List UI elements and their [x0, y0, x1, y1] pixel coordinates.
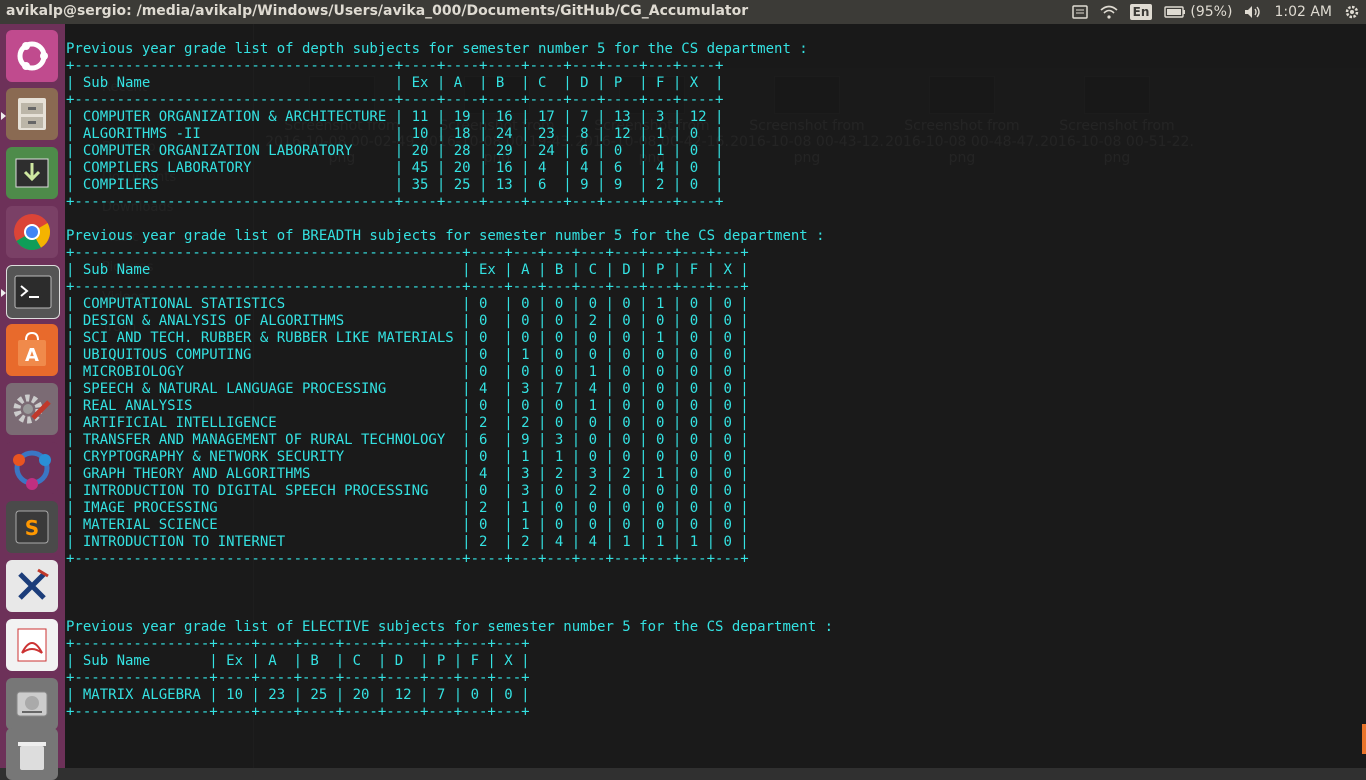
battery-indicator[interactable]: (95%)	[1158, 0, 1238, 24]
table-border: +----------------+----+----+----+----+--…	[66, 704, 530, 720]
table-border: +---------------------------------------…	[66, 245, 749, 261]
language-label: En	[1129, 4, 1153, 20]
elective-table: +----------------+----+----+----+----+--…	[66, 636, 530, 720]
table-row: | COMPILERS | 35 | 25 | 13 | 6 | 9 | 9 |…	[66, 177, 724, 193]
table-border: +--------------------------------------+…	[66, 58, 724, 74]
chrome-icon[interactable]	[6, 206, 58, 258]
xmind-icon[interactable]	[6, 560, 58, 612]
table-row: | INTRODUCTION TO DIGITAL SPEECH PROCESS…	[66, 483, 749, 499]
top-panel: avikalp@sergio: /media/avikalp/Windows/U…	[0, 0, 1366, 24]
table-row: | MICROBIOLOGY | 0 | 0 | 0 | 1 | 0 | 0 |…	[66, 364, 749, 380]
table-border: +--------------------------------------+…	[66, 92, 724, 108]
launcher: A S	[0, 24, 65, 780]
table-border: +----------------+----+----+----+----+--…	[66, 636, 530, 652]
table-row: | ALGORITHMS -II | 10 | 18 | 24 | 23 | 8…	[66, 126, 724, 142]
keyboard-indicator-icon[interactable]	[1066, 0, 1094, 24]
table-row: | MATERIAL SCIENCE | 0 | 1 | 0 | 0 | 0 |…	[66, 517, 749, 533]
trash-icon[interactable]	[6, 728, 58, 780]
drive-icon[interactable]	[6, 678, 58, 730]
table-border: +---------------------------------------…	[66, 551, 749, 567]
table-row: | IMAGE PROCESSING | 2 | 1 | 0 | 0 | 0 |…	[66, 500, 749, 516]
table-row: | COMPUTATIONAL STATISTICS | 0 | 0 | 0 |…	[66, 296, 749, 312]
table-row: | REAL ANALYSIS | 0 | 0 | 0 | 1 | 0 | 0 …	[66, 398, 749, 414]
table-row: | MATRIX ALGEBRA | 10 | 23 | 25 | 20 | 1…	[66, 687, 530, 703]
table-row: | COMPILERS LABORATORY | 45 | 20 | 16 | …	[66, 160, 724, 176]
sublime-icon[interactable]: S	[6, 501, 58, 553]
pdf-icon[interactable]	[6, 619, 58, 671]
table-row: | SPEECH & NATURAL LANGUAGE PROCESSING |…	[66, 381, 749, 397]
installer-icon[interactable]	[6, 147, 58, 199]
table-header-row: | Sub Name | Ex | A | B | C | D | P | F …	[66, 75, 724, 91]
breadth-table: +---------------------------------------…	[66, 245, 749, 567]
power-gear-icon[interactable]	[1338, 0, 1366, 24]
table-header-row: | Sub Name | Ex | A | B | C | D | P | F …	[66, 262, 749, 278]
table-row: | INTRODUCTION TO INTERNET | 2 | 2 | 4 |…	[66, 534, 749, 550]
table-row: | CRYPTOGRAPHY & NETWORK SECURITY | 0 | …	[66, 449, 749, 465]
indicator-area: En (95%) 1:02 AM	[1066, 0, 1366, 24]
table-row: | TRANSFER AND MANAGEMENT OF RURAL TECHN…	[66, 432, 749, 448]
elective-heading: Previous year grade list of ELECTIVE sub…	[66, 619, 834, 635]
svg-text:S: S	[25, 516, 39, 540]
battery-percent: (95%)	[1190, 4, 1233, 20]
svg-text:A: A	[25, 345, 39, 366]
ubuntu-dash-icon[interactable]	[6, 30, 58, 82]
depth-heading: Previous year grade list of depth subjec…	[66, 41, 808, 57]
table-row: | DESIGN & ANALYSIS OF ALGORITHMS | 0 | …	[66, 313, 749, 329]
table-header-row: | Sub Name | Ex | A | B | C | D | P | F …	[66, 653, 530, 669]
table-row: | COMPUTER ORGANIZATION & ARCHITECTURE |…	[66, 109, 724, 125]
breadth-heading: Previous year grade list of BREADTH subj…	[66, 228, 825, 244]
settings-icon[interactable]	[6, 383, 58, 435]
table-border: +--------------------------------------+…	[66, 194, 724, 210]
table-row: | SCI AND TECH. RUBBER & RUBBER LIKE MAT…	[66, 330, 749, 346]
clock[interactable]: 1:02 AM	[1268, 0, 1338, 24]
battery-icon	[1164, 6, 1186, 18]
table-row: | GRAPH THEORY AND ALGORITHMS | 4 | 3 | …	[66, 466, 749, 482]
ubuntu-one-icon[interactable]	[6, 442, 58, 494]
language-indicator[interactable]: En	[1124, 0, 1159, 24]
software-center-icon[interactable]: A	[6, 324, 58, 376]
depth-table: +--------------------------------------+…	[66, 58, 723, 210]
terminal-icon[interactable]	[6, 265, 60, 319]
terminal-output[interactable]: Previous year grade list of depth subjec…	[66, 41, 833, 721]
table-row: | ARTIFICIAL INTELLIGENCE | 2 | 2 | 0 | …	[66, 415, 749, 431]
files-icon[interactable]	[6, 88, 58, 140]
volume-icon[interactable]	[1238, 0, 1268, 24]
wifi-icon[interactable]	[1094, 0, 1124, 24]
terminal-scrollbar[interactable]	[1362, 724, 1366, 754]
table-border: +---------------------------------------…	[66, 279, 749, 295]
table-row: | COMPUTER ORGANIZATION LABORATORY | 20 …	[66, 143, 724, 159]
window-title: avikalp@sergio: /media/avikalp/Windows/U…	[6, 3, 749, 19]
table-border: +----------------+----+----+----+----+--…	[66, 670, 530, 686]
table-row: | UBIQUITOUS COMPUTING | 0 | 1 | 0 | 0 |…	[66, 347, 749, 363]
